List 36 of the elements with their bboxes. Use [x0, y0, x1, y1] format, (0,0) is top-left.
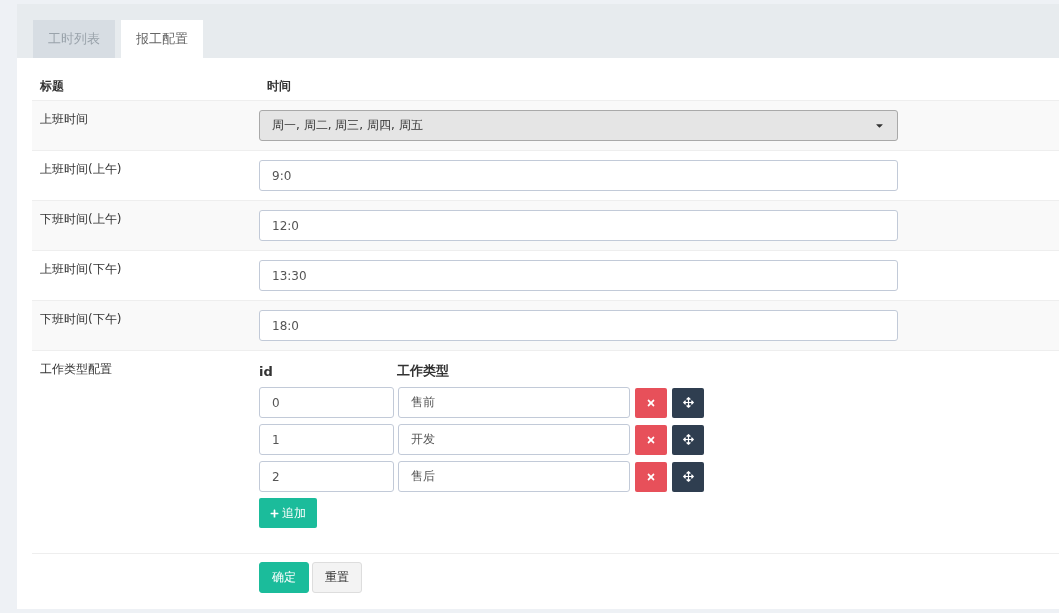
- delete-button[interactable]: [635, 461, 667, 492]
- row-label: 上班时间(上午): [39, 161, 123, 178]
- weekday-select[interactable]: 周一, 周二, 周三, 周四, 周五: [259, 110, 898, 141]
- time-input[interactable]: 13:30: [259, 260, 898, 291]
- tab[interactable]: 报工配置: [121, 20, 203, 58]
- close-icon: [646, 397, 656, 408]
- row-label: 上班时间(下午): [39, 261, 123, 278]
- column-header: 时间: [266, 77, 292, 95]
- row-label: 上班时间: [39, 111, 89, 128]
- work-type-input[interactable]: 售前: [398, 387, 630, 418]
- move-button[interactable]: [672, 461, 704, 492]
- close-icon: [646, 434, 656, 445]
- row-label: 工作类型配置: [39, 361, 113, 378]
- move-button[interactable]: [672, 424, 704, 455]
- time-input[interactable]: 12:0: [259, 210, 898, 241]
- work-type-input[interactable]: 开发: [398, 424, 630, 455]
- reset-button[interactable]: 重置: [312, 562, 362, 593]
- delete-button[interactable]: [635, 387, 667, 418]
- close-icon: [646, 471, 656, 482]
- move-icon: [682, 434, 694, 445]
- row-label: 下班时间(下午): [39, 311, 123, 328]
- plus-icon: [270, 508, 279, 518]
- column-header: 标题: [39, 77, 65, 95]
- id-input[interactable]: 0: [259, 387, 394, 418]
- delete-button[interactable]: [635, 424, 667, 455]
- time-input[interactable]: 9:0: [259, 160, 898, 191]
- id-input[interactable]: 2: [259, 461, 394, 492]
- row-label: 下班时间(上午): [39, 211, 123, 228]
- column-header: 工作类型: [397, 362, 450, 380]
- work-type-input[interactable]: 售后: [398, 461, 630, 492]
- id-input[interactable]: 1: [259, 424, 394, 455]
- move-button[interactable]: [672, 387, 704, 418]
- move-icon: [682, 471, 694, 482]
- time-input[interactable]: 18:0: [259, 310, 898, 341]
- column-header: id: [259, 363, 274, 379]
- move-icon: [682, 397, 694, 408]
